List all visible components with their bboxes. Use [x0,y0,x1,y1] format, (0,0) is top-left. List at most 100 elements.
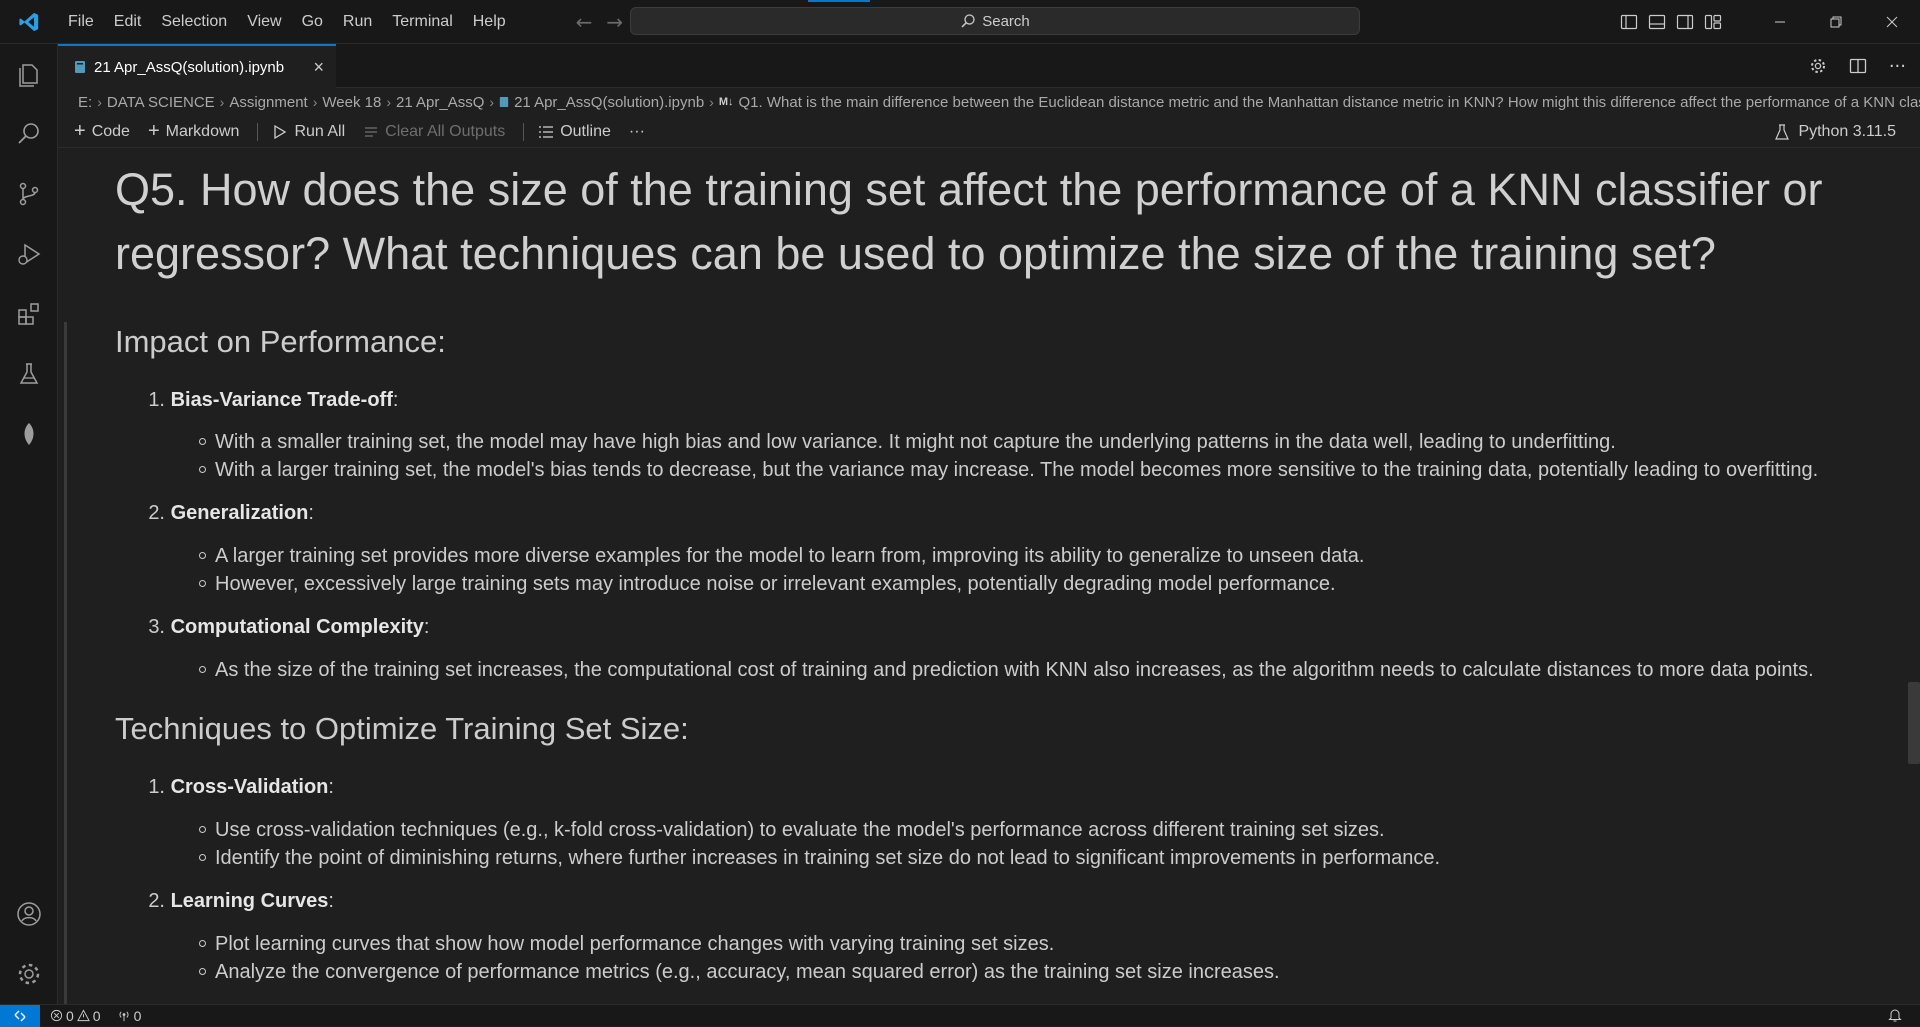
broadcast-icon [119,1011,129,1022]
notebook-editor: Q5. How does the size of the training se… [58,148,1920,1004]
ordered-list: 1. Cross-Validation: Use cross-validatio… [115,773,1920,986]
markdown-cell[interactable]: Q5. How does the size of the training se… [115,148,1920,986]
toggle-panel-icon[interactable] [1648,13,1666,31]
more-actions-icon[interactable]: ··· [1889,56,1906,77]
bullet-item: As the size of the training set increase… [115,656,1920,684]
question-heading: Q5. How does the size of the training se… [115,164,1823,279]
menu-file[interactable]: File [58,0,104,44]
run-and-debug-icon[interactable] [0,224,58,284]
menu-edit[interactable]: Edit [104,0,152,44]
bullet-item: A larger training set provides more dive… [115,542,1920,570]
ordered-list: 1. Bias-Variance Trade-off: With a small… [115,386,1920,684]
menu-run[interactable]: Run [333,0,382,44]
notifications-bell-icon[interactable] [1888,1007,1902,1026]
list-item: 1. Cross-Validation: [115,773,1920,801]
vertical-scrollbar-thumb[interactable] [1908,682,1920,764]
manage-gear-icon[interactable] [0,944,58,1004]
clear-all-label: Clear All Outputs [385,122,506,140]
warning-icon [76,1009,90,1022]
search-sidebar-icon[interactable] [0,104,58,164]
ellipsis-icon: ··· [628,122,645,140]
bullet-item: With a smaller training set, the model m… [115,428,1920,456]
chevron-right-icon: › [386,94,391,110]
minimize-icon[interactable] [1752,0,1808,44]
customize-layout-icon[interactable] [1704,13,1722,31]
list-number: 3. [148,616,165,638]
menu-selection[interactable]: Selection [151,0,237,44]
breadcrumb-assignment[interactable]: Assignment [229,94,307,111]
list-item: 3. Computational Complexity: [115,613,1920,641]
vscode-logo-icon[interactable] [0,0,58,44]
bullet-list: A larger training set provides more dive… [115,542,1920,598]
outline-button[interactable]: Outline [538,123,611,141]
extensions-icon[interactable] [0,284,58,344]
breadcrumb-cell-label: Q1. What is the main difference between … [738,93,1920,111]
toggle-secondary-sidebar-icon[interactable] [1676,13,1694,31]
explorer-icon[interactable] [0,44,58,104]
forward-arrow-icon[interactable]: → [606,10,623,34]
kernel-picker[interactable]: Python 3.11.5 [1774,116,1896,148]
outline-list-icon [539,125,554,138]
bullet-item: Analyze the convergence of performance m… [115,958,1920,986]
add-markdown-cell-button[interactable]: + Markdown [148,120,240,143]
clear-all-icon [365,126,378,137]
accounts-icon[interactable] [0,884,58,944]
split-editor-icon[interactable] [1849,57,1867,75]
back-arrow-icon[interactable]: ← [576,10,593,34]
problems-indicator[interactable]: 0 0 [50,1008,101,1024]
error-icon [50,1009,63,1022]
list-number: 1. [148,776,165,798]
close-window-icon[interactable] [1864,0,1920,44]
more-toolbar-button[interactable]: ··· [629,123,645,141]
chevron-right-icon: › [312,94,318,110]
section-heading: Techniques to Optimize Training Set Size… [115,711,689,746]
breadcrumb-drive[interactable]: E: [78,94,92,111]
remote-indicator-icon[interactable] [0,1004,40,1027]
menu-help[interactable]: Help [463,0,516,44]
breadcrumb-file[interactable]: 21 Apr_AssQ(solution).ipynb [499,94,704,111]
breadcrumb-data-science[interactable]: DATA SCIENCE [107,94,215,111]
settings-gear-icon[interactable] [1809,57,1827,75]
mongodb-leaf-icon[interactable] [0,404,58,464]
outline-label: Outline [560,122,611,140]
bullet-item: Identify the point of diminishing return… [115,844,1920,872]
add-code-cell-button[interactable]: + Code [74,120,130,143]
breadcrumb-folder[interactable]: 21 Apr_AssQ [396,94,484,111]
restore-icon[interactable] [1808,0,1864,44]
bullet-list: With a smaller training set, the model m… [115,428,1920,484]
menu-terminal[interactable]: Terminal [382,0,462,44]
clear-all-outputs-button[interactable]: Clear All Outputs [363,123,505,141]
chevron-right-icon: › [97,94,102,110]
breadcrumb-week[interactable]: Week 18 [322,94,381,111]
tab-notebook[interactable]: 21 Apr_AssQ(solution).ipynb × [58,44,336,88]
activity-bar [0,44,58,1004]
status-bar: 0 0 0 [0,1004,1920,1027]
testing-icon[interactable] [0,344,58,404]
notebook-toolbar: + Code + Markdown Run All Clear All Outp… [58,116,1920,148]
kernel-flask-icon [1775,124,1790,140]
toggle-primary-sidebar-icon[interactable] [1620,13,1638,31]
menu-bar: File Edit Selection View Go Run Terminal… [58,0,516,44]
command-center-search[interactable]: Search [630,7,1360,35]
ports-indicator[interactable]: 0 [117,1007,142,1024]
source-control-icon[interactable] [0,164,58,224]
toolbar-divider [257,122,259,141]
close-tab-icon[interactable]: × [313,57,324,78]
ports-count: 0 [133,1007,142,1024]
run-all-button[interactable]: Run All [272,123,345,141]
plus-icon: + [74,120,86,142]
section-heading: Impact on Performance: [115,324,446,359]
menu-go[interactable]: Go [292,0,333,44]
list-number: 1. [148,389,165,411]
kernel-label: Python 3.11.5 [1798,123,1896,140]
run-all-icon [274,124,287,139]
menu-view[interactable]: View [237,0,291,44]
bullet-item: Use cross-validation techniques (e.g., k… [115,816,1920,844]
plus-icon: + [147,120,160,142]
bullet-list: As the size of the training set increase… [115,656,1920,684]
breadcrumb: E: › DATA SCIENCE › Assignment › Week 18… [58,88,1920,116]
chevron-right-icon: › [219,94,225,110]
breadcrumb-cell[interactable]: M↓ Q1. What is the main difference betwe… [719,94,1920,111]
title-accent-line [808,0,870,2]
breadcrumb-file-label: 21 Apr_AssQ(solution).ipynb [514,93,705,111]
